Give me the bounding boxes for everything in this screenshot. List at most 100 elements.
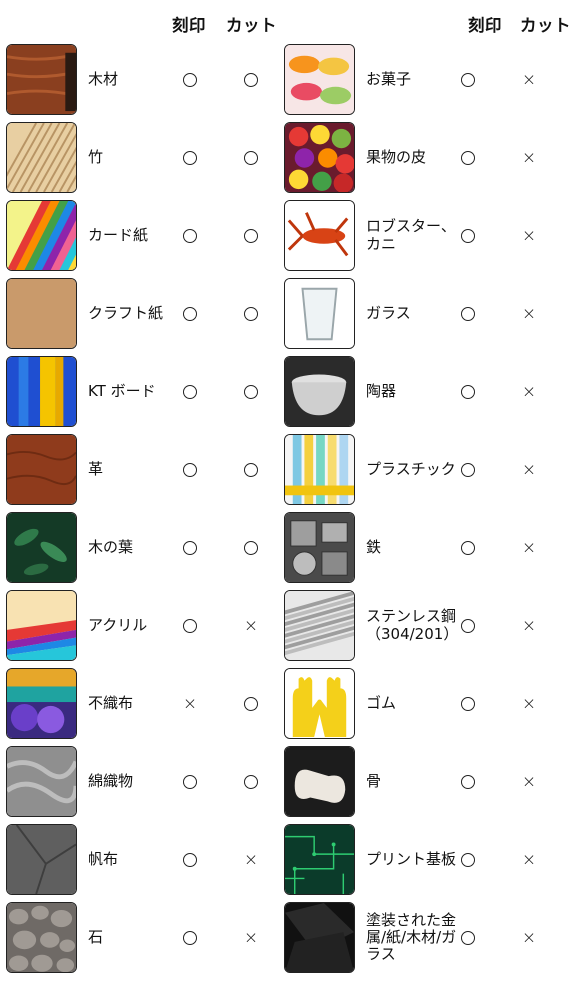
material-name: 果物の皮	[366, 147, 427, 166]
supported-circle-icon	[244, 228, 258, 243]
stone-icon	[6, 902, 77, 973]
material-row: 陶器 ×	[278, 356, 578, 428]
cut-support-mark	[240, 434, 262, 505]
material-row: 骨 ×	[278, 746, 578, 818]
supported-circle-icon	[244, 72, 258, 87]
supported-circle-icon	[461, 462, 475, 477]
material-name: ゴム	[366, 693, 397, 712]
engrave-support-mark	[457, 200, 479, 271]
unsupported-cross-icon: ×	[521, 927, 537, 948]
material-name: 竹	[88, 147, 104, 166]
unsupported-cross-icon: ×	[521, 381, 537, 402]
supported-circle-icon	[461, 228, 475, 243]
material-name: ガラス	[366, 303, 411, 322]
cut-support-mark	[240, 668, 262, 739]
engrave-support-mark	[457, 44, 479, 115]
cut-support-mark: ×	[518, 824, 540, 895]
unsupported-cross-icon: ×	[521, 537, 537, 558]
supported-circle-icon	[244, 774, 258, 789]
material-row: ゴム ×	[278, 668, 578, 740]
unsupported-cross-icon: ×	[521, 615, 537, 636]
engrave-support-mark	[179, 44, 201, 115]
cut-support-mark: ×	[518, 512, 540, 583]
supported-circle-icon	[183, 384, 197, 399]
engrave-support-mark	[179, 512, 201, 583]
material-row: 木の葉	[0, 512, 300, 584]
material-row: プリント基板 ×	[278, 824, 578, 896]
cardstock-icon	[6, 200, 77, 271]
supported-circle-icon	[183, 306, 197, 321]
engrave-support-mark	[179, 278, 201, 349]
unsupported-cross-icon: ×	[521, 849, 537, 870]
wood-icon	[6, 44, 77, 115]
material-row: 木材	[0, 44, 300, 116]
cut-support-mark: ×	[518, 44, 540, 115]
material-name: 帆布	[88, 849, 119, 868]
stainless-icon	[284, 590, 355, 661]
bone-icon	[284, 746, 355, 817]
supported-circle-icon	[244, 150, 258, 165]
supported-circle-icon	[461, 540, 475, 555]
painted-metal-icon	[284, 902, 355, 973]
material-name: 不織布	[88, 693, 134, 712]
supported-circle-icon	[461, 306, 475, 321]
leaf-icon	[6, 512, 77, 583]
unsupported-cross-icon: ×	[521, 303, 537, 324]
cut-support-mark: ×	[518, 278, 540, 349]
canvas-icon	[6, 824, 77, 895]
material-row: 革	[0, 434, 300, 506]
supported-circle-icon	[183, 774, 197, 789]
cut-support-mark: ×	[518, 590, 540, 661]
leather-icon	[6, 434, 77, 505]
supported-circle-icon	[461, 774, 475, 789]
material-name: KT ボード	[88, 381, 156, 400]
material-name: 陶器	[366, 381, 397, 400]
cut-support-mark	[240, 512, 262, 583]
nonwoven-icon	[6, 668, 77, 739]
engrave-support-mark	[179, 902, 201, 973]
material-row: 鉄 ×	[278, 512, 578, 584]
supported-circle-icon	[461, 72, 475, 87]
supported-circle-icon	[183, 618, 197, 633]
macaron-icon	[284, 44, 355, 115]
unsupported-cross-icon: ×	[521, 771, 537, 792]
plastic-icon	[284, 434, 355, 505]
cut-support-mark: ×	[518, 122, 540, 193]
cut-support-mark	[240, 746, 262, 817]
material-row: アクリル ×	[0, 590, 300, 662]
engrave-support-mark	[179, 200, 201, 271]
supported-circle-icon	[183, 150, 197, 165]
material-row: KT ボード	[0, 356, 300, 428]
supported-circle-icon	[244, 540, 258, 555]
material-row: 竹	[0, 122, 300, 194]
fruit-icon	[284, 122, 355, 193]
supported-circle-icon	[183, 462, 197, 477]
iron-icon	[284, 512, 355, 583]
unsupported-cross-icon: ×	[521, 69, 537, 90]
cut-support-mark: ×	[518, 746, 540, 817]
unsupported-cross-icon: ×	[243, 615, 259, 636]
material-name: プリント基板	[366, 849, 457, 868]
material-row: 石 ×	[0, 902, 300, 974]
material-name: 石	[88, 927, 104, 946]
material-name: 木の葉	[88, 537, 134, 556]
rubber-glove-icon	[284, 668, 355, 739]
supported-circle-icon	[244, 384, 258, 399]
material-row: 塗装された金属/紙/木材/ガラス ×	[278, 902, 578, 974]
material-name: プラスチック	[366, 459, 456, 478]
material-name: お菓子	[366, 69, 412, 88]
engrave-support-mark	[457, 902, 479, 973]
material-name: ステンレス鋼（304/201）	[366, 607, 459, 643]
material-name: 木材	[88, 69, 119, 88]
supported-circle-icon	[461, 384, 475, 399]
unsupported-cross-icon: ×	[521, 225, 537, 246]
material-name: クラフト紙	[88, 303, 164, 322]
supported-circle-icon	[183, 72, 197, 87]
supported-circle-icon	[244, 462, 258, 477]
material-name: 革	[88, 459, 104, 478]
material-row: ガラス ×	[278, 278, 578, 350]
unsupported-cross-icon: ×	[243, 927, 259, 948]
cut-support-mark: ×	[518, 902, 540, 973]
engrave-support-mark	[179, 590, 201, 661]
cut-support-mark: ×	[518, 434, 540, 505]
